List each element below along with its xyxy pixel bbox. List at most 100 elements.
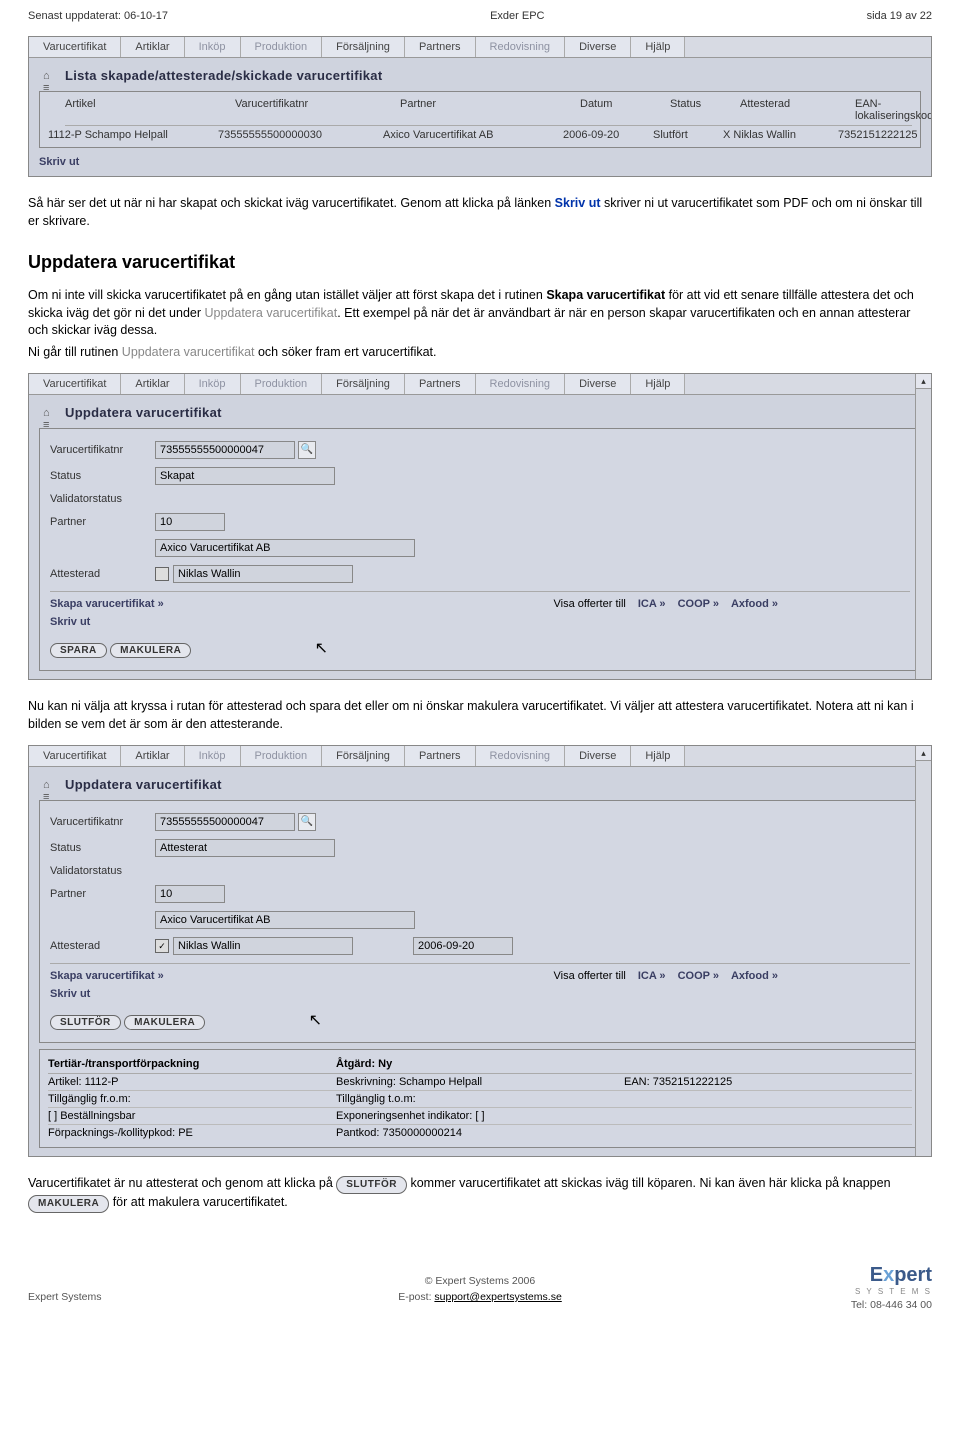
- footer-copyright: © Expert Systems 2006: [28, 1275, 932, 1287]
- cell-ean: 7352151222125: [838, 129, 912, 141]
- link-skriv-ut[interactable]: Skriv ut: [50, 988, 90, 1000]
- menu-inkop: Inköp: [185, 37, 241, 57]
- lbl-status: Status: [50, 842, 155, 854]
- menu-varucertifikat[interactable]: Varucertifikat: [29, 746, 121, 766]
- input-partner-id[interactable]: 10: [155, 885, 225, 903]
- table-row[interactable]: 1112-P Schampo Helpall 73555555500000030…: [48, 126, 912, 141]
- input-att-date: 2006-09-20: [413, 937, 513, 955]
- p4: Nu kan ni välja att kryssa i rutan för a…: [28, 698, 932, 733]
- btn-makulera[interactable]: MAKULERA: [124, 1015, 205, 1030]
- logo: Expert: [851, 1264, 932, 1287]
- link-axfood[interactable]: Axfood »: [731, 598, 778, 610]
- checkbox-attesterad[interactable]: [155, 567, 169, 581]
- cursor-icon: ↖: [309, 1012, 322, 1029]
- input-status: Attesterat: [155, 839, 335, 857]
- sub-bestallningsbar: [ ] Beställningsbar: [48, 1110, 336, 1122]
- link-coop[interactable]: COOP »: [678, 970, 719, 982]
- input-status: Skapat: [155, 467, 335, 485]
- window-title: Lista skapade/attesterade/skickade varuc…: [39, 64, 921, 91]
- cell-status: Slutfört: [653, 129, 723, 141]
- menu-partners[interactable]: Partners: [405, 746, 476, 766]
- col-ean: EAN-lokaliseringskod: [855, 98, 912, 122]
- menubar: Varucertifikat Artiklar Inköp Produktion…: [29, 374, 931, 395]
- menu-partners[interactable]: Partners: [405, 37, 476, 57]
- input-partner-id[interactable]: 10: [155, 513, 225, 531]
- search-icon[interactable]: 🔍: [298, 813, 316, 831]
- header-right: sida 19 av 22: [867, 10, 932, 22]
- col-varunr: Varucertifikatnr: [235, 98, 400, 122]
- menu-artiklar[interactable]: Artiklar: [121, 37, 184, 57]
- menu-hjalp[interactable]: Hjälp: [631, 746, 685, 766]
- footer-mid-label: E-post:: [398, 1291, 434, 1303]
- menu-diverse[interactable]: Diverse: [565, 374, 631, 394]
- col-datum: Datum: [580, 98, 670, 122]
- logo-sub: S Y S T E M S: [851, 1287, 932, 1296]
- p5a: Varucertifikatet är nu attesterat och ge…: [28, 1176, 336, 1190]
- window-uppdatera-2: Varucertifikat Artiklar Inköp Produktion…: [28, 745, 932, 1157]
- sub-h1: Tertiär-/transportförpackning: [48, 1058, 336, 1070]
- menu-redovisning: Redovisning: [476, 374, 566, 394]
- col-status: Status: [670, 98, 740, 122]
- footer-email[interactable]: support@expertsystems.se: [434, 1291, 561, 1303]
- menu-diverse[interactable]: Diverse: [565, 37, 631, 57]
- menu-forsaljning[interactable]: Försäljning: [322, 37, 405, 57]
- p5b: kommer varucertifikatet att skickas iväg…: [407, 1176, 891, 1190]
- list-panel: Artikel Varucertifikatnr Partner Datum S…: [39, 91, 921, 148]
- sub-forpackning: Förpacknings-/kollitypkod: PE: [48, 1127, 336, 1139]
- search-icon[interactable]: 🔍: [298, 441, 316, 459]
- window-title: Uppdatera varucertifikat: [39, 773, 921, 800]
- sub-tom: Tillgänglig t.o.m:: [336, 1093, 624, 1105]
- btn-makulera[interactable]: MAKULERA: [110, 643, 191, 658]
- menu-artiklar[interactable]: Artiklar: [121, 374, 184, 394]
- menu-artiklar[interactable]: Artiklar: [121, 746, 184, 766]
- col-artikel: Artikel: [65, 98, 235, 122]
- menu-forsaljning[interactable]: Försäljning: [322, 374, 405, 394]
- p2b: Skapa varucertifikat: [546, 288, 665, 302]
- lbl-vnr: Varucertifikatnr: [50, 444, 155, 456]
- link-ica[interactable]: ICA »: [638, 598, 666, 610]
- col-attesterad: Attesterad: [740, 98, 855, 122]
- menu-hjalp[interactable]: Hjälp: [631, 37, 685, 57]
- lbl-vnr: Varucertifikatnr: [50, 816, 155, 828]
- cell-attesterad: X Niklas Wallin: [723, 129, 838, 141]
- scrollbar[interactable]: [915, 746, 931, 1156]
- input-vnr[interactable]: 73555555500000047: [155, 441, 295, 459]
- section-heading: Uppdatera varucertifikat: [28, 242, 932, 279]
- link-coop[interactable]: COOP »: [678, 598, 719, 610]
- lbl-partner: Partner: [50, 888, 155, 900]
- menu-partners[interactable]: Partners: [405, 374, 476, 394]
- link-skriv-ut[interactable]: Skriv ut: [39, 156, 79, 168]
- btn-spara[interactable]: SPARA: [50, 643, 107, 658]
- lbl-partner: Partner: [50, 516, 155, 528]
- link-skapa[interactable]: Skapa varucertifikat »: [50, 598, 164, 610]
- menu-redovisning: Redovisning: [476, 37, 566, 57]
- input-attesterad: Niklas Wallin: [173, 565, 353, 583]
- side-icons: ⌂≡: [39, 401, 65, 437]
- menubar: Varucertifikat Artiklar Inköp Produktion…: [29, 37, 931, 58]
- menu-varucertifikat[interactable]: Varucertifikat: [29, 37, 121, 57]
- sub-exponering: Exponeringsenhet indikator: [ ]: [336, 1110, 624, 1122]
- menu-varucertifikat[interactable]: Varucertifikat: [29, 374, 121, 394]
- subpanel-forpackning: Tertiär-/transportförpackning Åtgärd: Ny…: [39, 1049, 921, 1148]
- window-title: Uppdatera varucertifikat: [39, 401, 921, 428]
- input-partner-name: Axico Varucertifikat AB: [155, 911, 415, 929]
- menu-hjalp[interactable]: Hjälp: [631, 374, 685, 394]
- scrollbar[interactable]: [915, 374, 931, 679]
- menu-diverse[interactable]: Diverse: [565, 746, 631, 766]
- menu-produktion: Produktion: [241, 37, 323, 57]
- link-ica[interactable]: ICA »: [638, 970, 666, 982]
- lbl-validator: Validatorstatus: [50, 493, 155, 505]
- cell-datum: 2006-09-20: [563, 129, 653, 141]
- menu-produktion: Produktion: [241, 746, 323, 766]
- menu-forsaljning[interactable]: Försäljning: [322, 746, 405, 766]
- lbl-visa: Visa offerter till: [553, 598, 625, 610]
- window-lista: Varucertifikat Artiklar Inköp Produktion…: [28, 36, 932, 177]
- input-vnr[interactable]: 73555555500000047: [155, 813, 295, 831]
- link-skapa[interactable]: Skapa varucertifikat »: [50, 970, 164, 982]
- cell-artikel: 1112-P Schampo Helpall: [48, 129, 218, 141]
- link-axfood[interactable]: Axfood »: [731, 970, 778, 982]
- checkbox-attesterad[interactable]: ✓: [155, 939, 169, 953]
- link-skriv-ut[interactable]: Skriv ut: [50, 616, 90, 628]
- p2d: Uppdatera varucertifikat: [205, 306, 338, 320]
- btn-slutfor[interactable]: SLUTFÖR: [50, 1015, 121, 1030]
